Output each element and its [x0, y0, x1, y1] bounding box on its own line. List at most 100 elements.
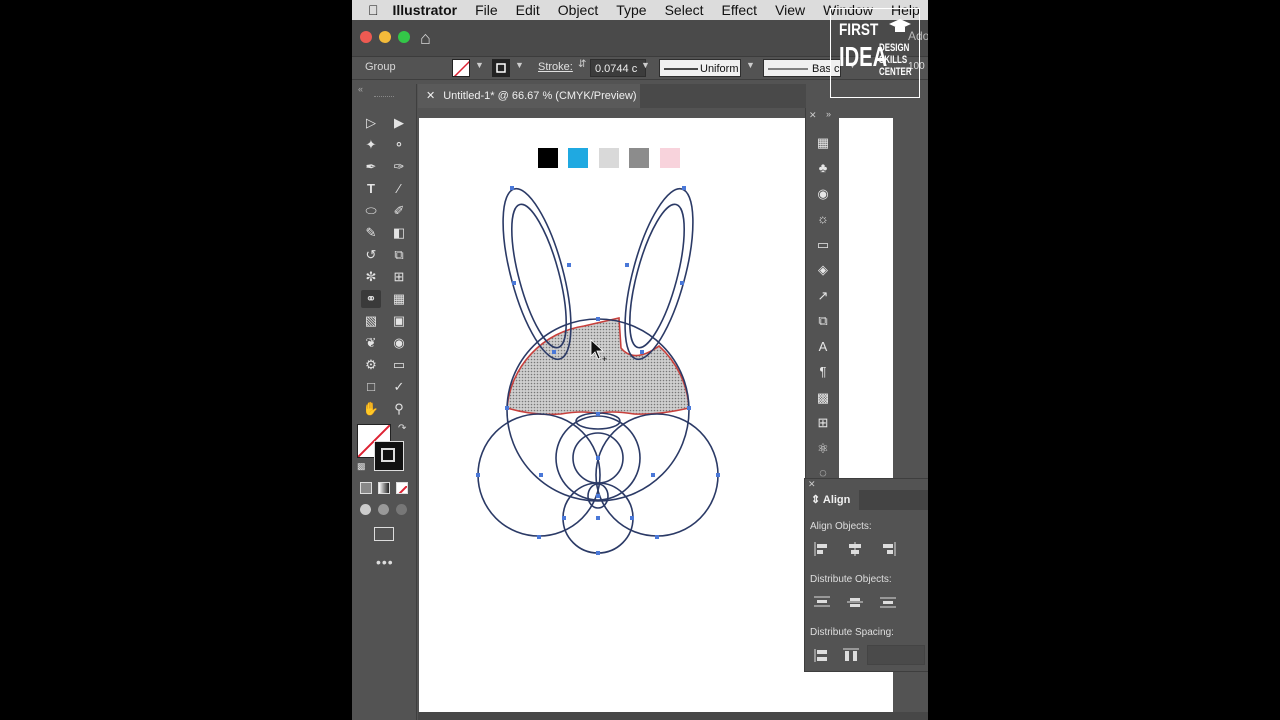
variable-width-profile[interactable]: Uniform: [659, 59, 741, 77]
transform-icon[interactable]: ⊞: [814, 414, 832, 432]
draw-inside-icon[interactable]: [396, 504, 407, 515]
swatch-light-gray[interactable]: [599, 148, 619, 168]
appearance-icon[interactable]: ☼: [814, 210, 832, 228]
artboards-icon[interactable]: ⧉: [814, 312, 832, 330]
stroke-color-box[interactable]: [374, 441, 404, 471]
distribute-bottom-icon[interactable]: [879, 594, 897, 610]
apple-icon[interactable]: : [368, 2, 379, 18]
fill-swatch[interactable]: [452, 59, 470, 77]
screen-mode-icon[interactable]: [374, 527, 394, 541]
menu-effect[interactable]: Effect: [722, 2, 758, 18]
type-tool-icon[interactable]: T: [361, 180, 381, 198]
align-left-icon[interactable]: [813, 541, 831, 557]
stroke-weight-field[interactable]: 0.0744 c: [590, 59, 646, 77]
collapse-icon[interactable]: «: [358, 84, 363, 94]
symbols-icon[interactable]: ♣: [814, 159, 832, 177]
default-colors-icon[interactable]: ▩: [357, 461, 366, 472]
pencil-tool-icon[interactable]: ✎: [361, 224, 381, 242]
puppet-warp-icon[interactable]: ⚛: [814, 440, 832, 458]
expand-icon[interactable]: »: [826, 109, 831, 119]
mesh-tool-icon[interactable]: ▧: [361, 312, 381, 330]
column-graph-tool-icon[interactable]: ▭: [389, 356, 409, 374]
distribute-top-icon[interactable]: [813, 594, 831, 610]
left-ear-inner[interactable]: [501, 199, 578, 352]
align-tab[interactable]: ⇕ Align: [805, 490, 859, 510]
paintbrush-tool-icon[interactable]: ✐: [389, 202, 409, 220]
gradient-tool-icon[interactable]: ▣: [389, 312, 409, 330]
chevron-down-icon[interactable]: ▼: [746, 60, 755, 70]
selection-tool-icon[interactable]: ▷: [361, 114, 381, 132]
libraries-icon[interactable]: ▦: [814, 134, 832, 152]
free-transform-tool-icon[interactable]: ⊞: [389, 268, 409, 286]
slice-tool-icon[interactable]: ✓: [389, 378, 409, 396]
zoom-window-button[interactable]: [398, 31, 410, 43]
gradient-panel-icon[interactable]: ▩: [814, 389, 832, 407]
eraser-tool-icon[interactable]: ◧: [389, 224, 409, 242]
minimize-window-button[interactable]: [379, 31, 391, 43]
close-tab-icon[interactable]: ✕: [426, 90, 435, 102]
ellipse-tool-icon[interactable]: ⬭: [361, 202, 381, 220]
align-horizontal-center-icon[interactable]: [846, 541, 864, 557]
warp-tool-icon[interactable]: ✼: [361, 268, 381, 286]
perspective-grid-tool-icon[interactable]: ▦: [389, 290, 409, 308]
horizontal-distribute-space-icon[interactable]: [842, 647, 860, 663]
more-tools-icon[interactable]: •••: [376, 554, 394, 570]
grip-icon[interactable]: [374, 96, 394, 99]
menu-app-name[interactable]: Illustrator: [393, 2, 458, 18]
chevron-down-icon[interactable]: ▼: [475, 60, 484, 70]
hand-tool-icon[interactable]: ✋: [361, 400, 381, 418]
shape-builder-highlight[interactable]: [506, 317, 690, 416]
menu-view[interactable]: View: [775, 2, 805, 18]
draw-behind-icon[interactable]: [378, 504, 389, 515]
distribute-vertical-center-icon[interactable]: [846, 594, 864, 610]
swatch-gray[interactable]: [629, 148, 649, 168]
draw-normal-icon[interactable]: [360, 504, 371, 515]
swatch-pink[interactable]: [660, 148, 680, 168]
menu-object[interactable]: Object: [558, 2, 598, 18]
pen-tool-icon[interactable]: ✒: [361, 158, 381, 176]
vertical-distribute-space-icon[interactable]: [813, 647, 831, 663]
close-icon[interactable]: ✕: [808, 479, 816, 490]
align-right-icon[interactable]: [879, 541, 897, 557]
right-ear-inner[interactable]: [619, 199, 696, 352]
stepper-icon[interactable]: ⇵: [578, 59, 586, 70]
layers-icon[interactable]: ◈: [814, 261, 832, 279]
stroke-label[interactable]: Stroke:: [538, 61, 573, 73]
curvature-tool-icon[interactable]: ✑: [389, 158, 409, 176]
export-icon[interactable]: ↗: [814, 287, 832, 305]
menu-type[interactable]: Type: [616, 2, 646, 18]
menu-edit[interactable]: Edit: [516, 2, 540, 18]
gradient-mode-icon[interactable]: [378, 482, 390, 494]
blend-tool-icon[interactable]: ◉: [389, 334, 409, 352]
character-icon[interactable]: A: [814, 338, 832, 356]
scale-tool-icon[interactable]: ⧉: [389, 246, 409, 264]
document-tab[interactable]: ✕ Untitled-1* @ 66.67 % (CMYK/Preview): [418, 84, 640, 108]
home-icon[interactable]: ⌂: [420, 28, 431, 49]
color-mode-icon[interactable]: [360, 482, 372, 494]
zoom-tool-icon[interactable]: ⚲: [389, 400, 409, 418]
shape-builder-tool-icon[interactable]: ⚭: [361, 290, 381, 308]
none-mode-icon[interactable]: [396, 482, 408, 494]
spacing-value-field[interactable]: [867, 645, 925, 665]
close-icon[interactable]: ✕: [809, 110, 817, 121]
swatch-cyan[interactable]: [568, 148, 588, 168]
right-ear-outer[interactable]: [611, 182, 707, 365]
swatch-black[interactable]: [538, 148, 558, 168]
close-window-button[interactable]: [360, 31, 372, 43]
eyedropper-tool-icon[interactable]: ❦: [361, 334, 381, 352]
line-tool-icon[interactable]: ∕: [389, 180, 409, 198]
graphic-styles-icon[interactable]: ▭: [814, 236, 832, 254]
rotate-tool-icon[interactable]: ↺: [361, 246, 381, 264]
menu-select[interactable]: Select: [665, 2, 704, 18]
right-cheek-circle[interactable]: [595, 413, 719, 537]
chevron-down-icon[interactable]: ▼: [641, 60, 650, 70]
menu-file[interactable]: File: [475, 2, 498, 18]
chevron-down-icon[interactable]: ▼: [515, 60, 524, 70]
artboard-tool-icon[interactable]: □: [361, 378, 381, 396]
swap-fill-stroke-icon[interactable]: ↷: [398, 423, 406, 434]
magic-wand-tool-icon[interactable]: ✦: [361, 136, 381, 154]
symbol-sprayer-tool-icon[interactable]: ⚙: [361, 356, 381, 374]
lasso-tool-icon[interactable]: ⚬: [389, 136, 409, 154]
paragraph-icon[interactable]: ¶: [814, 363, 832, 381]
left-ear-outer[interactable]: [489, 182, 585, 365]
